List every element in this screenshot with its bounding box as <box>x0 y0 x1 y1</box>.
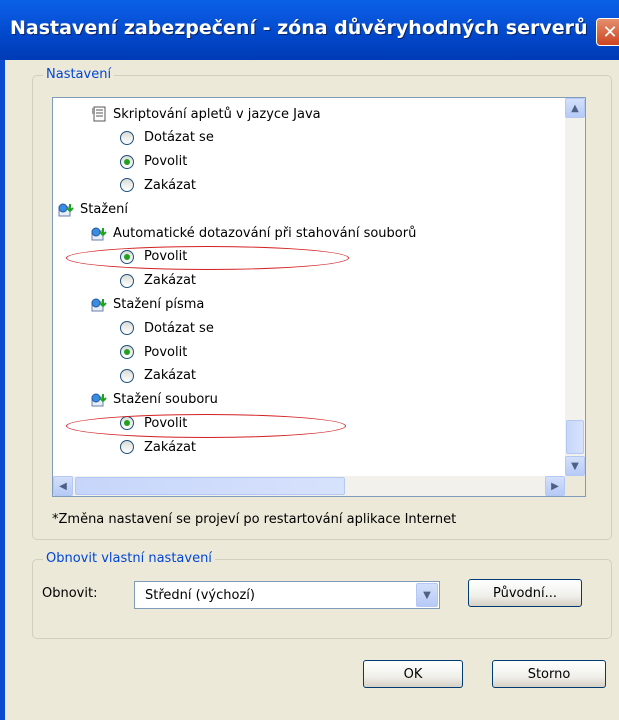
reset-level-select[interactable]: Střední (výchozí) ▼ <box>134 581 440 609</box>
horizontal-scroll-thumb[interactable] <box>75 477 345 495</box>
reset-level-value: Střední (výchozí) <box>145 588 255 603</box>
setting-category[interactable]: Stažení <box>58 198 128 220</box>
radio-checked-icon[interactable] <box>120 249 134 264</box>
download-icon <box>91 227 107 240</box>
scroll-down-icon[interactable]: ▼ <box>565 456 585 476</box>
radio-unchecked-icon[interactable] <box>120 178 134 193</box>
restart-note: *Změna nastavení se projeví po restartov… <box>52 512 457 527</box>
setting-label: Skriptování apletů v jazyce Java <box>113 106 321 122</box>
setting-label: Zakázat <box>144 368 197 384</box>
horizontal-scrollbar[interactable]: ◀ ▶ <box>53 476 565 496</box>
setting-label: Zakázat <box>144 439 197 455</box>
setting-label: Zakázat <box>144 273 197 289</box>
setting-label: Stažení <box>80 201 128 217</box>
ok-button[interactable]: OK <box>363 660 463 688</box>
settings-group-label: Nastavení <box>43 67 115 82</box>
setting-label: Povolit <box>144 415 188 431</box>
scroll-left-icon[interactable]: ◀ <box>53 476 73 496</box>
cancel-button[interactable]: Storno <box>492 660 606 688</box>
radio-option[interactable]: Povolit <box>120 341 187 363</box>
radio-option[interactable]: Povolit <box>120 151 187 173</box>
radio-option[interactable]: Dotázat se <box>120 127 214 149</box>
chevron-down-icon[interactable]: ▼ <box>416 583 438 607</box>
radio-checked-icon[interactable] <box>120 416 134 431</box>
download-icon <box>58 203 74 217</box>
setting-label: Stažení souboru <box>113 392 218 408</box>
title-bar[interactable]: Nastavení zabezpečení - zóna důvěryhodný… <box>0 0 619 60</box>
radio-unchecked-icon[interactable] <box>120 368 134 383</box>
setting-label: Dotázat se <box>144 130 214 146</box>
radio-unchecked-icon[interactable] <box>120 130 134 145</box>
radio-unchecked-icon[interactable] <box>120 440 134 455</box>
setting-category[interactable]: Automatické dotazování při stahování sou… <box>91 222 416 244</box>
setting-label: Zakázat <box>144 177 197 193</box>
setting-category[interactable]: Skriptování apletů v jazyce Java <box>91 103 321 125</box>
download-icon <box>91 298 107 312</box>
setting-label: Dotázat se <box>144 320 214 336</box>
radio-unchecked-icon[interactable] <box>120 273 134 288</box>
radio-option[interactable]: Zakázat <box>120 436 196 458</box>
radio-option[interactable]: Povolit <box>120 412 187 434</box>
vertical-scrollbar[interactable]: ▲ ▼ <box>565 98 585 476</box>
radio-checked-icon[interactable] <box>120 154 134 169</box>
close-icon[interactable]: ✕ <box>596 18 619 46</box>
reset-label: Obnovit: <box>42 586 98 601</box>
script-icon <box>92 106 106 121</box>
setting-label: Povolit <box>144 344 188 360</box>
scroll-right-icon[interactable]: ▶ <box>545 476 565 496</box>
setting-label: Povolit <box>144 249 188 265</box>
setting-label: Povolit <box>144 154 188 170</box>
radio-option[interactable]: Zakázat <box>120 365 196 387</box>
reset-button[interactable]: Původní... <box>468 579 582 607</box>
settings-list[interactable]: Skriptování apletů v jazyce Java Dotázat … <box>52 97 586 497</box>
radio-option[interactable]: Povolit <box>120 246 187 268</box>
radio-option[interactable]: Zakázat <box>120 174 196 196</box>
radio-checked-icon[interactable] <box>120 345 134 359</box>
setting-category[interactable]: Stažení souboru <box>91 389 218 411</box>
window-title: Nastavení zabezpečení - zóna důvěryhodný… <box>10 17 588 39</box>
reset-group-label: Obnovit vlastní nastavení <box>43 551 215 566</box>
scroll-corner <box>565 476 585 496</box>
setting-label: Stažení písma <box>113 296 205 312</box>
setting-label: Automatické dotazování při stahování sou… <box>113 225 417 241</box>
radio-option[interactable]: Dotázat se <box>120 317 214 339</box>
radio-unchecked-icon[interactable] <box>120 321 134 336</box>
setting-category[interactable]: Stažení písma <box>91 293 204 315</box>
scroll-up-icon[interactable]: ▲ <box>565 98 585 118</box>
vertical-scroll-thumb[interactable] <box>566 420 584 454</box>
radio-option[interactable]: Zakázat <box>120 270 196 292</box>
download-icon <box>91 393 107 407</box>
